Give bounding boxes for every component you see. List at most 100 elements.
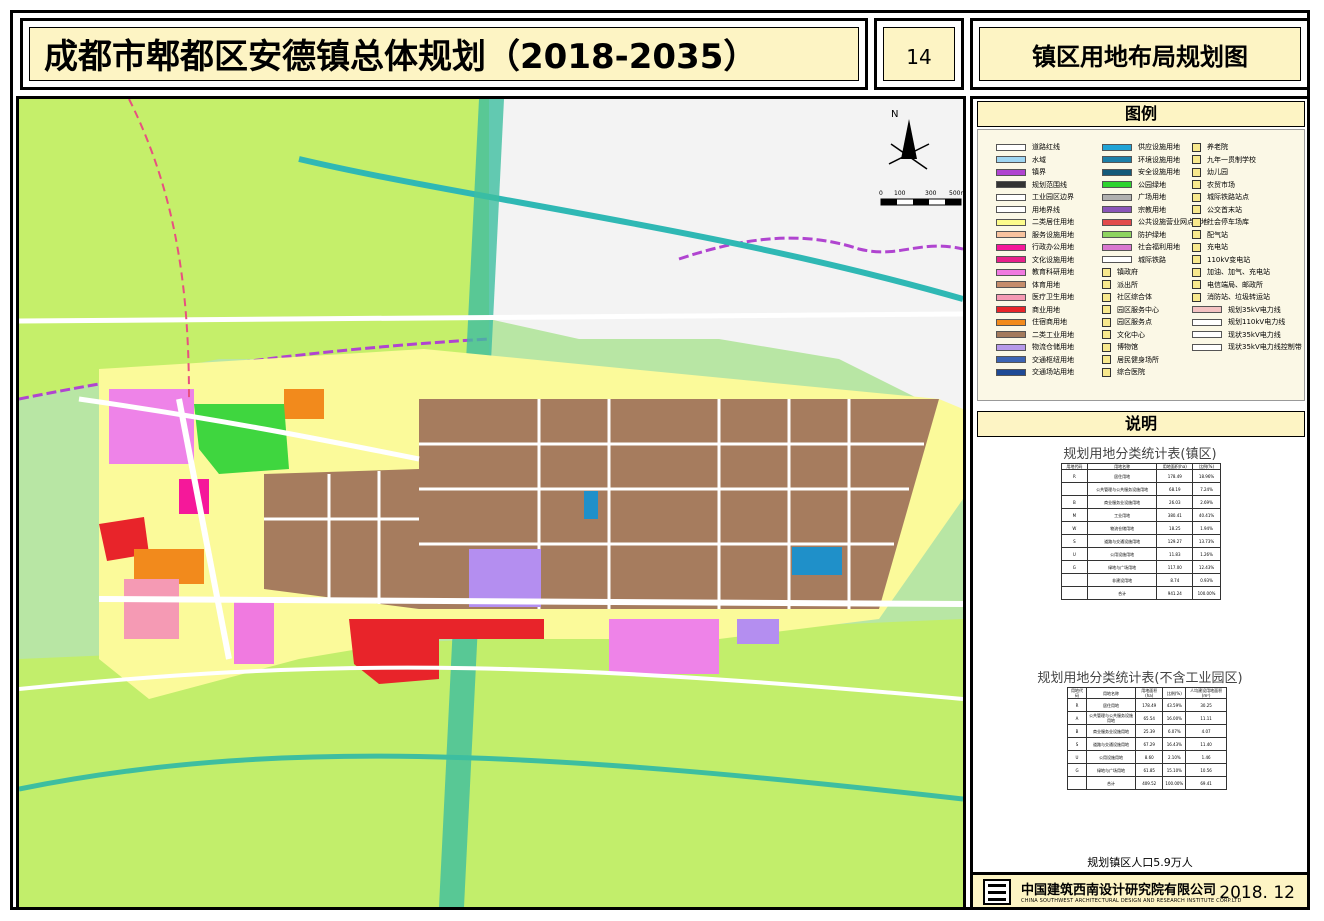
education-land-2 (234, 599, 274, 664)
legend-item: 规划110kV电力线 (1192, 317, 1285, 328)
table-cell: 7.24% (1192, 482, 1221, 496)
legend-swatch (1102, 243, 1132, 251)
table-cell: 100.00% (1162, 776, 1187, 790)
table-cell: 67.29 (1134, 737, 1164, 751)
table-cell: 380.41 (1156, 508, 1194, 522)
table-row: 合计 941.24 100.00% (1061, 586, 1221, 600)
table-row: R 居住用地 178.49 18.96% (1061, 469, 1221, 483)
legend-label: 商业用地 (1032, 305, 1060, 314)
legend-item: 商业用地 (996, 305, 1060, 316)
legend-item: 110kV变电站 (1192, 255, 1250, 266)
legend-swatch (996, 168, 1026, 176)
north-label: N (891, 109, 898, 120)
table-cell: A (1067, 711, 1087, 725)
legend-label: 规划110kV电力线 (1228, 318, 1286, 326)
legend-item: 社会停车场库 (1192, 217, 1249, 228)
legend-swatch (996, 256, 1026, 263)
legend-item: 规划范围线 (996, 180, 1067, 191)
legend-item: 环境设施用地 (1102, 155, 1180, 166)
table-cell: 100.00% (1192, 586, 1221, 600)
legend-item: 养老院 (1192, 142, 1228, 153)
legend-label: 体育用地 (1032, 280, 1060, 289)
legend-item: 居民健身场所 (1102, 355, 1159, 366)
legend-label: 规划范围线 (1032, 180, 1067, 189)
legend-item: 加油、加气、充电站 (1192, 267, 1270, 278)
description-title: 说明 (977, 411, 1305, 437)
table-cell: 16.00% (1162, 711, 1187, 725)
legend-symbol-icon (1192, 180, 1201, 189)
legend-symbol-icon (1102, 330, 1111, 339)
legend-item: 二类居住用地 (996, 217, 1074, 228)
table-cell: 合计 (1086, 586, 1158, 600)
legend-item: 文化设施用地 (996, 255, 1074, 266)
map-canvas: N 0 100 300 500m (19, 99, 963, 907)
medical-land (124, 579, 179, 639)
legend-label: 现状35kV电力线 (1228, 330, 1281, 339)
table-cell: W (1061, 521, 1088, 535)
table-row: S 道路与交通设施用地 129.27 13.73% (1061, 534, 1221, 548)
legend-label: 安全设施用地 (1138, 168, 1180, 176)
footer: 中国建筑西南设计研究院有限公司 CHINA SOUTHWEST ARCHITEC… (970, 872, 1310, 910)
legend-item: 城际铁路站点 (1192, 192, 1249, 203)
legend-swatch (1102, 156, 1132, 163)
legend-swatch (1192, 331, 1222, 338)
legend-label: 派出所 (1117, 280, 1138, 289)
business-land-2 (284, 389, 324, 419)
title-box: 成都市郫都区安德镇总体规划（2018-2035） (20, 18, 868, 90)
legend-item: 充电站 (1192, 242, 1228, 253)
table-cell: 工业用地 (1086, 508, 1158, 522)
company-name-cn: 中国建筑西南设计研究院有限公司 (1021, 883, 1217, 898)
table-cell: 10.56 (1185, 763, 1227, 777)
table-cell: U (1067, 750, 1087, 764)
legend-swatch (996, 156, 1026, 163)
table-cell: S (1067, 737, 1087, 751)
legend-swatch (1102, 168, 1132, 176)
table-cell: 合计 (1086, 776, 1136, 790)
table-cell: 11.40 (1185, 737, 1227, 751)
table-row: G 绿地与广场用地 117.00 12.43% (1061, 560, 1221, 574)
legend-item: 文化中心 (1102, 330, 1145, 341)
legend-label: 交通枢纽用地 (1032, 355, 1074, 364)
legend-item: 现状35kV电力线控制带 (1192, 342, 1302, 353)
table-header-cell: 用地面积(ha) (1134, 687, 1164, 699)
table-cell: 公共管理与公共服务设施用地 (1086, 482, 1158, 496)
table-row: U 公用设施用地 8.60 2.10% 1.46 (1067, 750, 1227, 764)
company-name-en: CHINA SOUTHWEST ARCHITECTURAL DESIGN AND… (1021, 898, 1242, 904)
scale-label-0: 0 (879, 190, 883, 197)
legend-label: 二类居住用地 (1032, 218, 1074, 226)
table-cell: 1.46 (1185, 750, 1227, 764)
scale-label-300: 300 (925, 190, 937, 197)
legend-symbol-icon (1102, 292, 1111, 302)
legend-swatch (996, 293, 1026, 301)
table-header-row: 用地代码 用地名称 用地面积(ha) 比例(%) 人均建设用地面积(m²) (1067, 687, 1227, 699)
legend-symbol-icon (1192, 292, 1201, 302)
legend-label: 镇政府 (1117, 268, 1138, 276)
legend-item: 镇政府 (1102, 267, 1138, 278)
land-use-map[interactable]: N 0 100 300 500m (16, 96, 966, 910)
table-header-cell: 人均建设用地面积(m²) (1185, 687, 1227, 699)
utility-land (792, 547, 842, 575)
legend-symbol-icon (1102, 305, 1111, 314)
table-cell: 公用设施用地 (1086, 547, 1158, 561)
legend-label: 物流仓储用地 (1032, 343, 1074, 351)
table-cell: G (1061, 560, 1088, 574)
legend-label: 防护绿地 (1138, 230, 1166, 239)
table-cell: 25.39 (1134, 724, 1164, 738)
table-cell (1067, 776, 1087, 790)
table-cell: B (1067, 724, 1087, 738)
legend-label: 服务设施用地 (1032, 230, 1074, 239)
table-cell: 15.10% (1162, 763, 1187, 777)
legend-label: 城际铁路站点 (1207, 193, 1249, 201)
table-cell: 居住用地 (1086, 698, 1136, 712)
legend-label: 九年一贯制学校 (1207, 155, 1256, 164)
table-cell: 117.00 (1156, 560, 1194, 574)
legend-item: 幼儿园 (1192, 167, 1228, 178)
legend-label: 文化设施用地 (1032, 255, 1074, 264)
legend-label: 城际铁路 (1138, 255, 1166, 264)
legend-label: 公交首末站 (1207, 205, 1242, 214)
legend-item: 供应设施用地 (1102, 142, 1180, 153)
sheet-number: 14 (883, 27, 955, 81)
legend-item: 社区综合体 (1102, 292, 1152, 303)
table-row: U 公用设施用地 11.83 1.26% (1061, 547, 1221, 561)
table-cell: G (1067, 763, 1087, 777)
